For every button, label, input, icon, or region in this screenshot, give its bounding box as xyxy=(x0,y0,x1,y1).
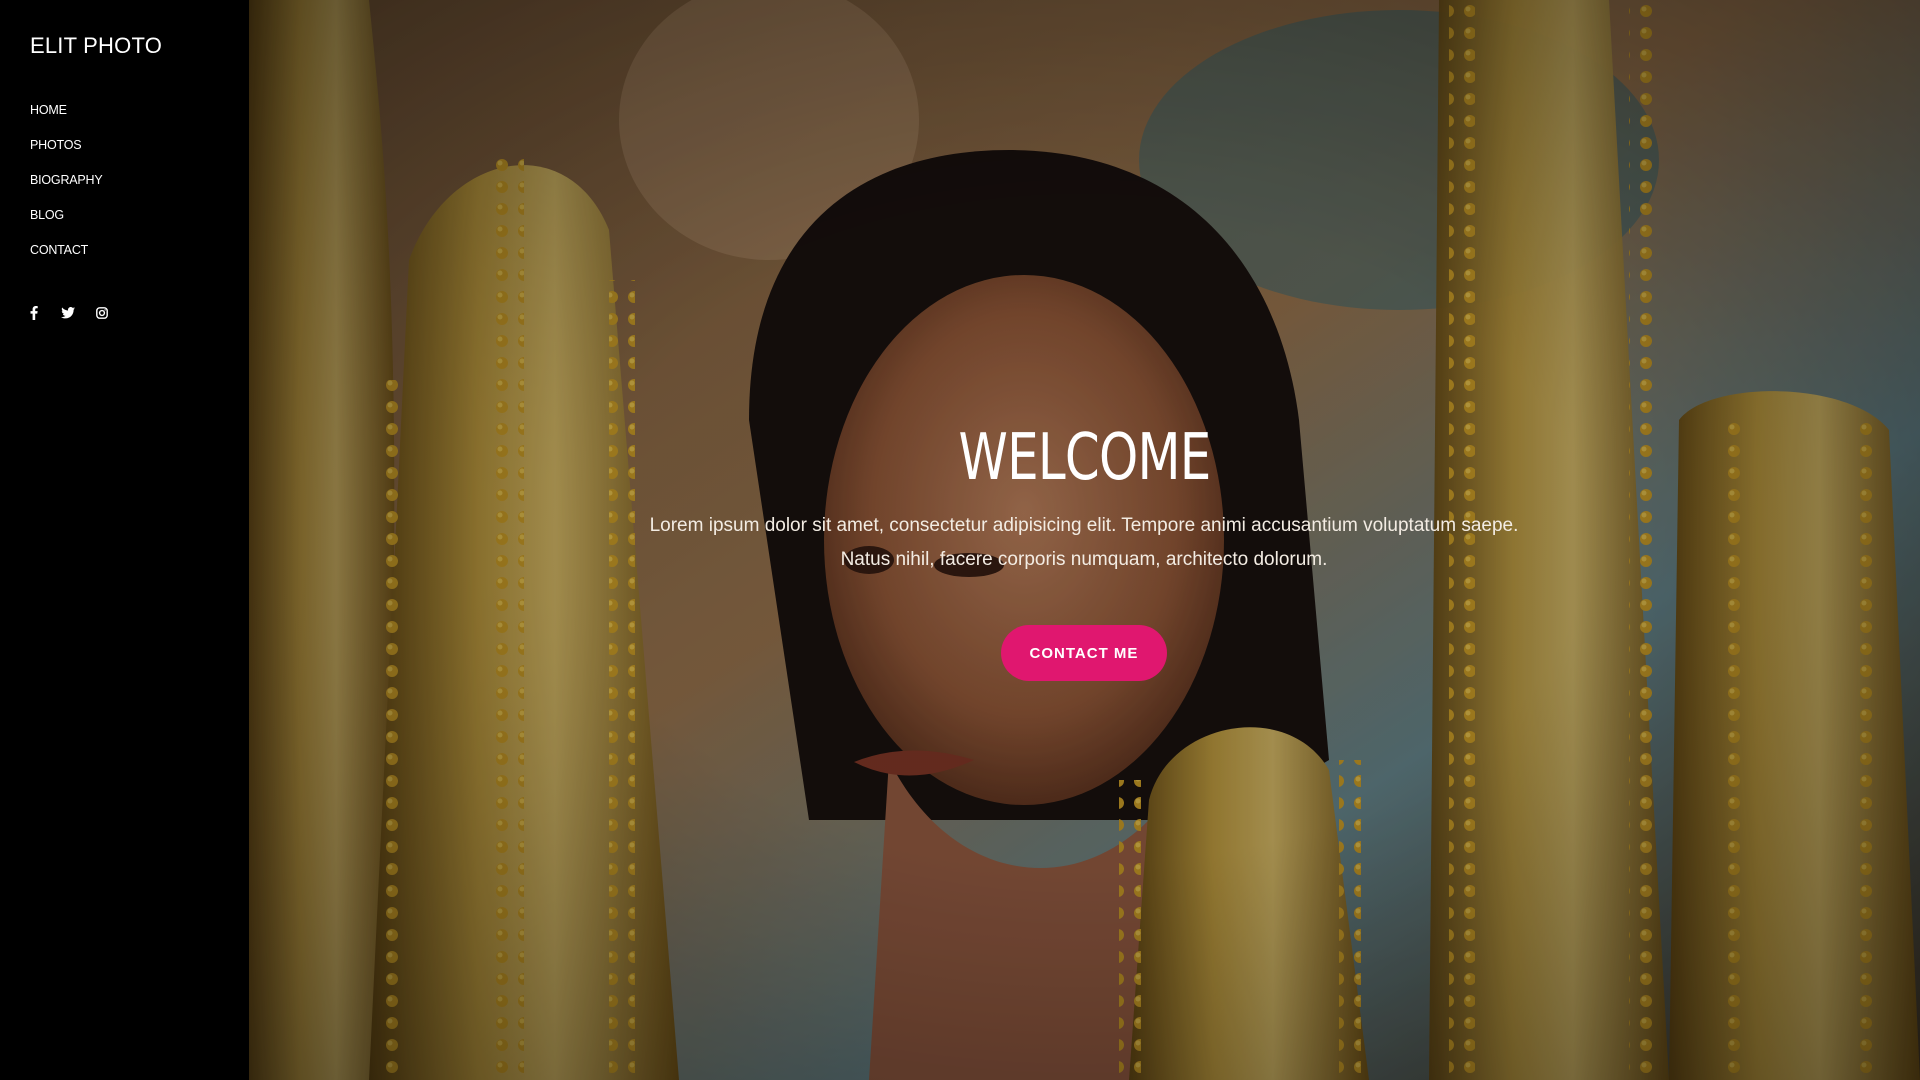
hero-section: WELCOME Lorem ipsum dolor sit amet, cons… xyxy=(249,0,1920,1080)
hero-description-line-2: Natus nihil, facere corporis numquam, ar… xyxy=(840,549,1328,570)
twitter-icon[interactable] xyxy=(60,305,76,321)
nav-link-blog[interactable]: BLOG xyxy=(30,208,64,222)
facebook-icon[interactable] xyxy=(26,305,42,321)
hero-content: WELCOME Lorem ipsum dolor sit amet, cons… xyxy=(249,0,1920,1080)
nav-item-blog: BLOG xyxy=(30,204,103,239)
sidebar: ELIT PHOTO HOME PHOTOS BIOGRAPHY BLOG CO… xyxy=(0,0,249,1080)
social-links xyxy=(26,305,110,321)
hero-description: Lorem ipsum dolor sit amet, consectetur … xyxy=(484,509,1684,577)
brand-logo[interactable]: ELIT PHOTO xyxy=(30,33,162,59)
nav-link-biography[interactable]: BIOGRAPHY xyxy=(30,173,103,187)
nav-link-contact[interactable]: CONTACT xyxy=(30,243,88,257)
hero-description-line-1: Lorem ipsum dolor sit amet, consectetur … xyxy=(649,515,1519,536)
nav-item-contact: CONTACT xyxy=(30,239,103,274)
contact-me-button[interactable]: CONTACT ME xyxy=(1001,625,1167,681)
nav-item-biography: BIOGRAPHY xyxy=(30,169,103,204)
page: ELIT PHOTO HOME PHOTOS BIOGRAPHY BLOG CO… xyxy=(0,0,1920,1080)
nav-item-photos: PHOTOS xyxy=(30,134,103,169)
hero-title: WELCOME xyxy=(958,421,1211,495)
nav-link-home[interactable]: HOME xyxy=(30,103,67,117)
nav-link-photos[interactable]: PHOTOS xyxy=(30,138,82,152)
nav-item-home: HOME xyxy=(30,99,103,134)
main-nav: HOME PHOTOS BIOGRAPHY BLOG CONTACT xyxy=(30,99,103,274)
instagram-icon[interactable] xyxy=(94,305,110,321)
